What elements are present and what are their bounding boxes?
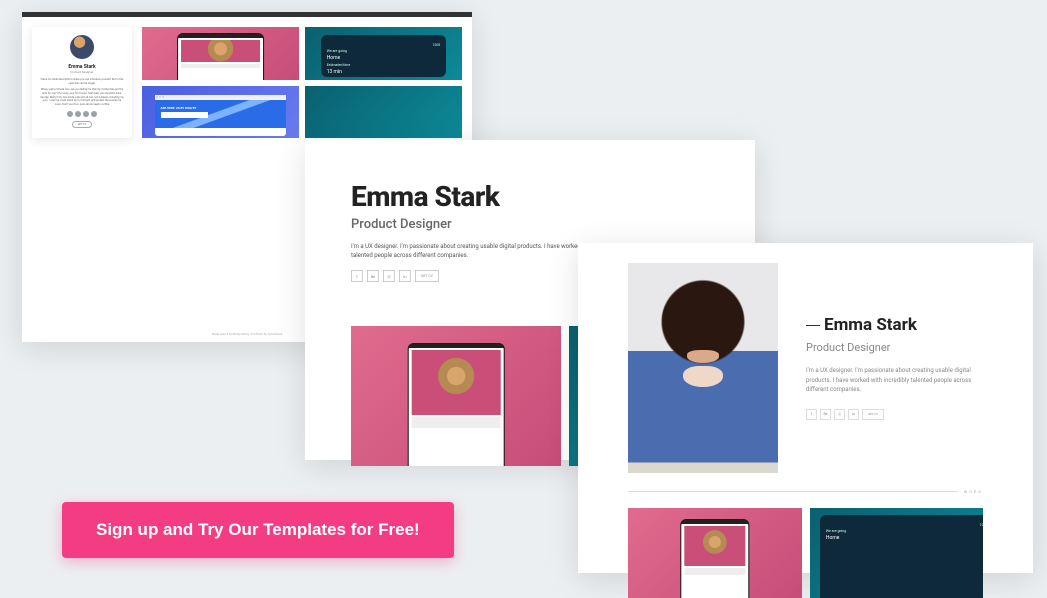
linkedin-icon[interactable] [91,111,97,117]
profile-intro: Place for small description, where you c… [40,78,124,85]
project-grid: 1205 We are going Home Estimated time 13… [142,27,462,138]
behance-icon[interactable]: Be [367,270,379,282]
get-cv-button[interactable]: GET CV [862,409,884,420]
project-tile-2[interactable]: 1205 We are going Home [810,508,984,598]
decorator-line [806,325,820,326]
linkedin-icon[interactable]: in [848,409,859,420]
template-card-3: Emma Stark Product Designer I'm a UX des… [578,243,1033,573]
project-tile-1[interactable] [628,508,802,598]
instagram-icon[interactable]: ◎ [834,409,845,420]
device-mockup: 1205 We are going Home [820,515,983,598]
social-row: f Be ◎ in GET CV [806,409,983,420]
phone-mockup [680,519,749,598]
project-tile-1[interactable] [351,326,561,466]
facebook-icon[interactable] [67,111,73,117]
avatar [70,35,94,59]
behance-icon[interactable] [75,111,81,117]
profile-role: Product Designer [38,70,126,74]
project-tile-4[interactable] [305,86,462,139]
project-tile-2[interactable]: 1205 We are going Home Estimated time 13… [305,27,462,80]
project-tile-3[interactable]: ARE HERE: US BY RING BY [142,86,299,139]
get-cv-button[interactable]: GET CV [415,270,439,282]
profile-role: Product Designer [806,341,983,354]
section-divider: WORK [628,489,983,494]
project-tile-1[interactable] [142,27,299,80]
profile-bio: I'm a UX designer. I'm passionate about … [806,366,983,395]
profile-bio: Whoa, wait a minute, Doc, are you tellin… [40,88,124,106]
profile-name: Emma Stark [351,180,709,213]
social-row [38,111,126,117]
profile-sidebar: Emma Stark Product Designer Place for sm… [32,27,132,138]
get-cv-button[interactable]: GET CV [72,121,92,128]
signup-cta-button[interactable]: Sign up and Try Our Templates for Free! [62,502,454,558]
linkedin-icon[interactable]: in [399,270,411,282]
profile-photo [628,263,778,473]
behance-icon[interactable]: Be [820,409,831,420]
facebook-icon[interactable]: f [351,270,363,282]
section-label: WORK [964,489,983,494]
phone-mockup [177,33,265,79]
browser-mockup: ARE HERE: US BY RING BY [155,95,287,136]
pinterest-icon[interactable] [83,111,89,117]
phone-mockup [408,343,505,466]
profile-role: Product Designer [351,217,709,232]
device-mockup: 1205 We are going Home Estimated time 13… [321,35,447,77]
profile-name: Emma Stark [824,315,917,335]
facebook-icon[interactable]: f [806,409,817,420]
instagram-icon[interactable]: ◎ [383,270,395,282]
